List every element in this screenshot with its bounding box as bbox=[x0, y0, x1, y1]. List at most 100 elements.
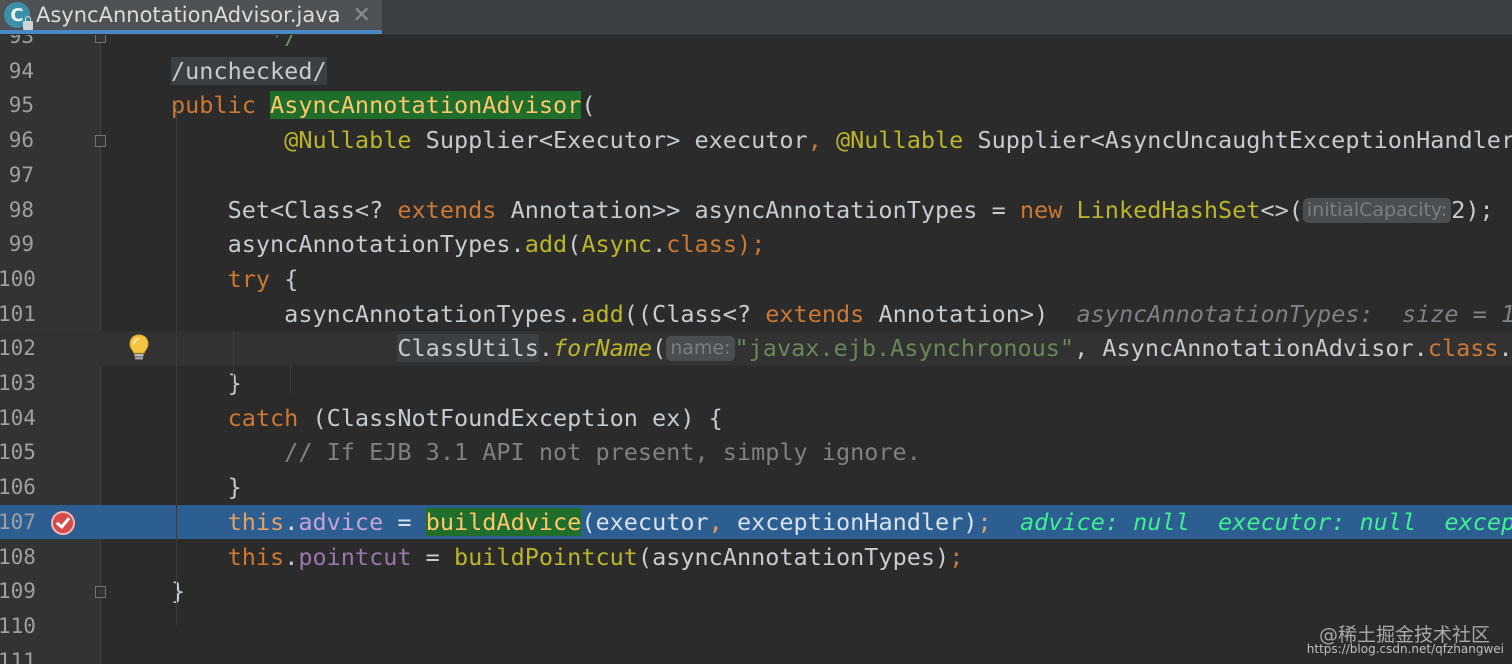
code-token: ( bbox=[567, 230, 582, 259]
code-text: } bbox=[171, 574, 185, 609]
line-number[interactable]: 95 bbox=[0, 88, 34, 123]
code-token: LinkedHashSet bbox=[1076, 195, 1261, 224]
code-text: Set<Class<? extends Annotation>> asyncAn… bbox=[171, 193, 1494, 228]
code-text: asyncAnnotationTypes.add(Async.class); bbox=[171, 227, 766, 262]
code-text: catch (ClassNotFoundException ex) { bbox=[171, 401, 723, 436]
line-number[interactable]: 107 bbox=[0, 505, 36, 540]
code-token: public bbox=[171, 91, 271, 120]
code-token: Supplier<AsyncUncaughtExceptionHandler> … bbox=[977, 126, 1512, 155]
code-token: = bbox=[411, 542, 454, 571]
line-number[interactable]: 111 bbox=[0, 644, 36, 664]
code-token: // If EJB 3.1 API not present, simply ig… bbox=[171, 438, 921, 467]
code-token: this bbox=[171, 507, 285, 536]
code-token: try bbox=[171, 264, 285, 293]
code-token: ; bbox=[977, 507, 992, 536]
fold-marker-icon[interactable] bbox=[95, 35, 106, 43]
code-text: // If EJB 3.1 API not present, simply ig… bbox=[171, 435, 921, 470]
code-line[interactable]: 111 bbox=[0, 644, 1512, 664]
line-number[interactable]: 105 bbox=[0, 435, 36, 470]
code-text: asyncAnnotationTypes.add((Class<? extend… bbox=[171, 297, 1512, 332]
code-token: Set<Class<? bbox=[171, 195, 398, 224]
line-number[interactable]: 103 bbox=[0, 366, 36, 401]
code-line[interactable]: 108 this.pointcut = buildPointcut(asyncA… bbox=[0, 540, 1512, 575]
line-number[interactable]: 97 bbox=[0, 158, 34, 193]
code-token: new bbox=[1019, 195, 1077, 224]
code-line[interactable]: 93 */ bbox=[0, 35, 1512, 54]
indent-guide bbox=[290, 365, 291, 393]
code-token: add bbox=[524, 230, 568, 259]
code-line[interactable]: 107 this.advice = buildAdvice(executor, … bbox=[0, 504, 1512, 540]
fold-marker-icon[interactable] bbox=[95, 586, 106, 598]
breakpoint-icon[interactable] bbox=[51, 510, 75, 535]
java-class-icon: C bbox=[4, 2, 33, 30]
line-number[interactable]: 110 bbox=[0, 609, 36, 644]
code-token: Supplier<Executor> executor bbox=[411, 126, 808, 155]
code-line[interactable]: 100 try { bbox=[0, 262, 1512, 297]
code-text: } bbox=[171, 366, 242, 401]
code-token: Annotation>) bbox=[864, 299, 1077, 328]
line-number[interactable]: 98 bbox=[0, 193, 34, 228]
line-number[interactable]: 109 bbox=[0, 574, 36, 609]
code-text: /unchecked/ bbox=[171, 54, 327, 89]
line-number[interactable]: 102 bbox=[0, 331, 36, 366]
editor-tab-bar: C AsyncAnnotationAdvisor.java ✕ bbox=[0, 0, 1512, 35]
line-number[interactable]: 101 bbox=[0, 297, 36, 332]
line-number[interactable]: 104 bbox=[0, 401, 36, 436]
code-line[interactable]: 95 public AsyncAnnotationAdvisor( bbox=[0, 88, 1512, 123]
code-token: . bbox=[538, 334, 554, 363]
code-token: buildAdvice bbox=[425, 507, 582, 536]
code-token: extends bbox=[397, 195, 497, 224]
code-token: /unchecked/ bbox=[171, 56, 327, 85]
code-text: */ bbox=[171, 35, 298, 54]
code-line[interactable]: 103 } bbox=[0, 366, 1512, 401]
code-line[interactable]: 98 Set<Class<? extends Annotation>> asyn… bbox=[0, 193, 1512, 228]
code-text: this.pointcut = buildPointcut(asyncAnnot… bbox=[171, 540, 964, 575]
tab-async-annotation-advisor[interactable]: C AsyncAnnotationAdvisor.java ✕ bbox=[0, 0, 382, 34]
code-token: extends bbox=[765, 299, 865, 328]
code-editor[interactable]: 93 */94/unchecked/95 public AsyncAnnotati… bbox=[0, 35, 1512, 664]
code-token: ( bbox=[581, 91, 596, 120]
code-line[interactable]: 102 ClassUtils.forName(name: "javax.ejb.A… bbox=[0, 331, 1512, 366]
code-line[interactable]: 96 @Nullable Supplier<Executor> executor… bbox=[0, 123, 1512, 158]
code-token: this bbox=[171, 542, 285, 571]
line-number[interactable]: 100 bbox=[0, 262, 36, 297]
code-line[interactable]: 104 catch (ClassNotFoundException ex) { bbox=[0, 401, 1512, 436]
line-number[interactable]: 99 bbox=[0, 227, 34, 262]
line-number[interactable]: 94 bbox=[0, 54, 34, 89]
code-line[interactable]: 106 } bbox=[0, 470, 1512, 505]
close-icon[interactable]: ✕ bbox=[353, 3, 371, 28]
code-line[interactable]: 94/unchecked/ bbox=[0, 54, 1512, 89]
watermark-url: https://blog.csdn.net/qfzhangwei bbox=[1306, 642, 1504, 656]
code-token: (ClassNotFoundException ex) { bbox=[312, 403, 723, 432]
code-line[interactable]: 110 bbox=[0, 609, 1512, 644]
code-token: Async bbox=[581, 230, 653, 259]
code-token: } bbox=[171, 369, 242, 397]
code-line[interactable]: 109} bbox=[0, 574, 1512, 609]
code-token: ClassUtils bbox=[397, 334, 539, 363]
parameter-hint: name: bbox=[666, 336, 735, 362]
line-number[interactable]: 96 bbox=[0, 123, 34, 158]
fold-marker-icon[interactable] bbox=[95, 135, 106, 147]
line-number[interactable]: 108 bbox=[0, 540, 36, 575]
code-line[interactable]: 97 bbox=[0, 158, 1512, 193]
tab-title: AsyncAnnotationAdvisor.java bbox=[36, 3, 341, 27]
code-token: ); bbox=[736, 230, 766, 259]
code-line[interactable]: 101 asyncAnnotationTypes.add((Class<? ex… bbox=[0, 297, 1512, 332]
code-token: . bbox=[284, 542, 299, 571]
code-line[interactable]: 99 asyncAnnotationTypes.add(Async.class)… bbox=[0, 227, 1512, 262]
line-number[interactable]: 93 bbox=[0, 35, 34, 54]
code-token: { bbox=[284, 264, 299, 293]
code-token: class bbox=[666, 230, 737, 259]
code-line[interactable]: 105 // If EJB 3.1 API not present, simpl… bbox=[0, 435, 1512, 470]
code-token: Annotation>> asyncAnnotationTypes = bbox=[496, 195, 1020, 224]
indent-guide bbox=[233, 331, 234, 391]
code-token: asyncAnnotationTypes. bbox=[171, 230, 525, 259]
indent-guide bbox=[176, 105, 177, 625]
code-token: } bbox=[171, 473, 242, 502]
line-number[interactable]: 106 bbox=[0, 470, 36, 505]
code-token: .getClassLoader())); bbox=[1498, 334, 1512, 363]
code-token: = bbox=[383, 507, 426, 536]
lightbulb-icon[interactable] bbox=[128, 334, 150, 362]
code-token: @Nullable bbox=[171, 126, 412, 155]
